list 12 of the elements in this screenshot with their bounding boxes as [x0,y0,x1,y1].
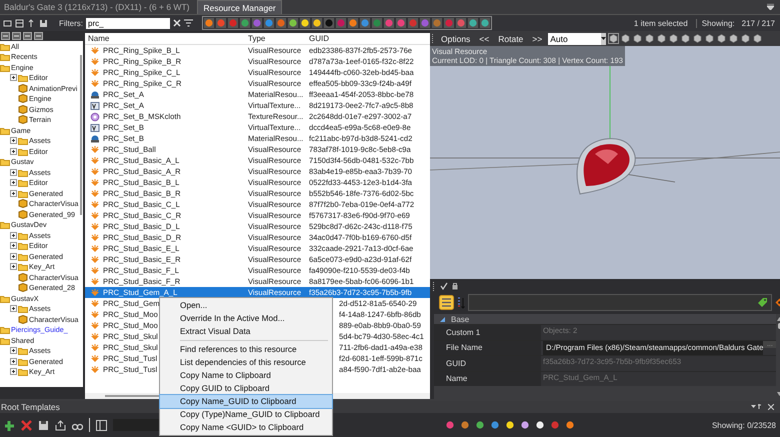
group-header: Base [451,314,470,324]
showing-label: Showing: [696,18,737,28]
showing-count: Showing: 0/23528 [712,420,776,430]
property-label: Name [434,372,541,386]
filter-label: Filters: [59,18,83,28]
window-title: Baldur's Gate 3 (1216x713) - (DX11) - (6 + 6 WT) [3,2,190,12]
property-label: GUID [434,356,541,370]
property-label: File Name [434,340,541,355]
panel-title: Root Templates [0,402,60,412]
showing-count: 217 / 217 [740,18,776,28]
selection-status: 1 item selected [632,18,689,28]
property-label: Custom 1 [434,325,541,340]
